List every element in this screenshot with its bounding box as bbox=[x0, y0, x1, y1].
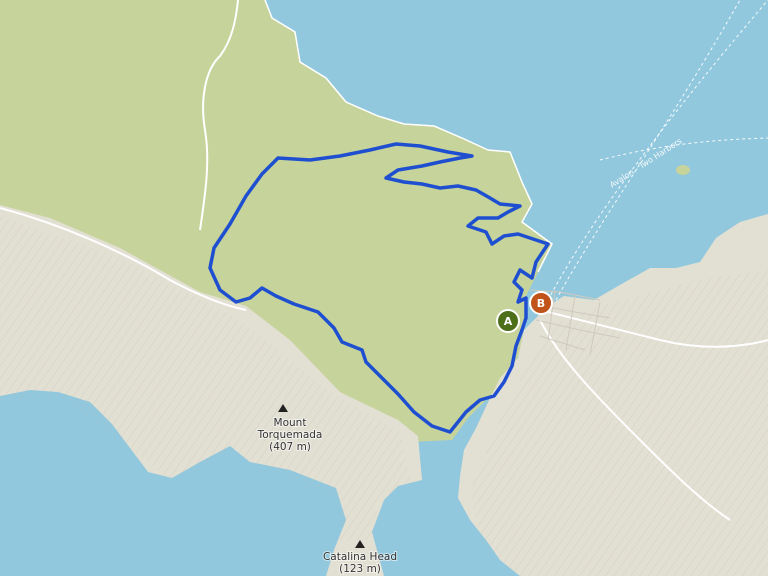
peak-name: Catalina Head bbox=[323, 551, 397, 563]
marker-end-letter: B bbox=[537, 297, 545, 310]
route-end-marker-icon[interactable]: B bbox=[529, 291, 553, 315]
islet bbox=[676, 165, 690, 175]
peak-name-line1: Mount bbox=[274, 417, 307, 429]
peak-elevation: (123 m) bbox=[339, 563, 381, 575]
trail-map[interactable]: Avalon - Two Harbors Mount Torquemada (4… bbox=[0, 0, 768, 576]
marker-start-letter: A bbox=[504, 315, 513, 328]
peak-name-line2: Torquemada bbox=[257, 429, 323, 441]
map-canvas[interactable]: Avalon - Two Harbors Mount Torquemada (4… bbox=[0, 0, 768, 576]
route-start-marker-icon[interactable]: A bbox=[496, 309, 520, 333]
peak-elevation: (407 m) bbox=[269, 441, 311, 453]
